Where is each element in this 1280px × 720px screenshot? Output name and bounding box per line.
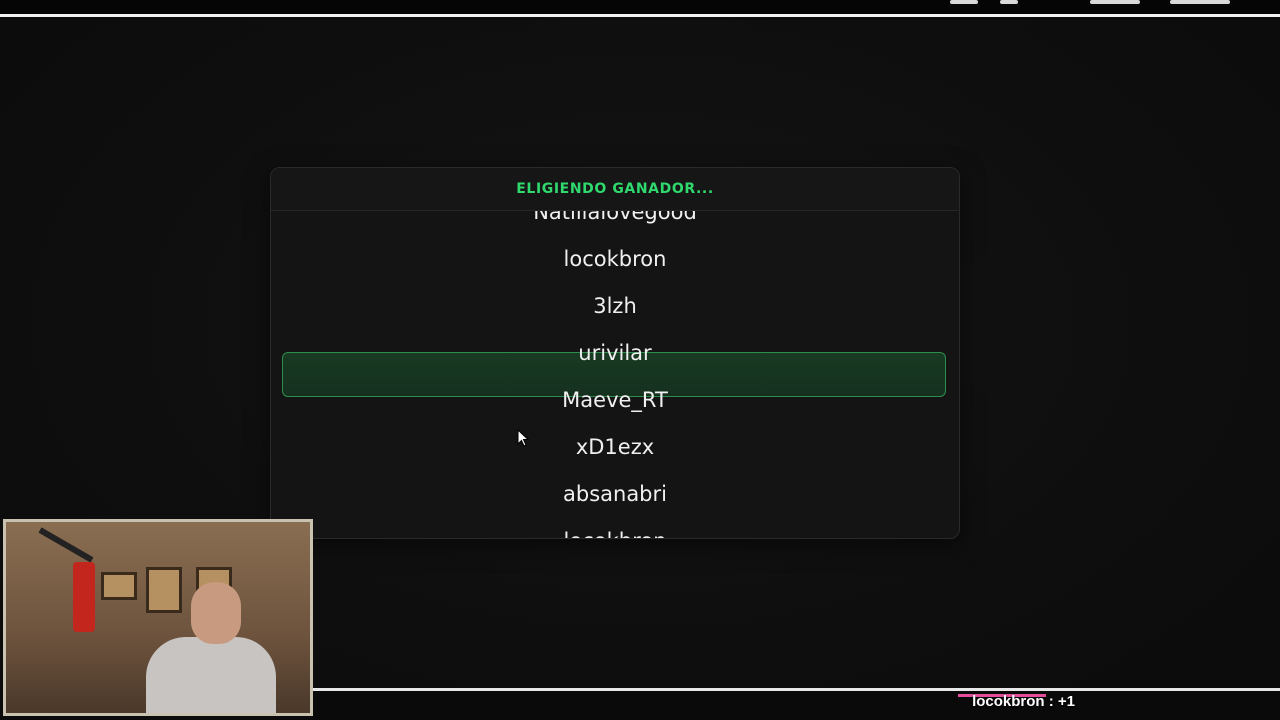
chat-alert: locokbron : +1 — [972, 693, 1075, 710]
name-row-selected: Maeve_RT — [562, 388, 668, 412]
name-row: locokbron — [271, 518, 959, 538]
name-row: 3lzh — [593, 294, 637, 318]
name-row: locokbron — [563, 247, 667, 271]
mouse-pointer-icon — [517, 429, 529, 447]
stream-stage: ELIGIENDO GANADOR... Natilialovegood loc… — [0, 0, 1280, 720]
wall-picture — [101, 572, 137, 600]
names-list: Natilialovegood locokbron 3lzh urivilar … — [271, 211, 959, 538]
name-row: Natilialovegood — [533, 211, 697, 224]
panel-header: ELIGIENDO GANADOR... — [271, 168, 959, 211]
streamer-head — [191, 582, 241, 644]
name-row: absanabri — [563, 482, 667, 506]
winner-picker-panel: ELIGIENDO GANADOR... Natilialovegood loc… — [270, 167, 960, 539]
bottom-bar — [313, 688, 1280, 720]
top-bar — [0, 0, 1280, 17]
name-reel: Natilialovegood locokbron 3lzh urivilar … — [271, 211, 959, 538]
name-row: xD1ezx — [575, 435, 655, 459]
name-row: urivilar — [578, 341, 652, 365]
wall-picture — [146, 567, 182, 613]
streamer-body — [146, 637, 276, 713]
microphone — [73, 562, 95, 632]
top-bar-decoration — [940, 0, 1240, 8]
panel-title: ELIGIENDO GANADOR... — [516, 181, 714, 197]
webcam-feed — [3, 519, 313, 716]
